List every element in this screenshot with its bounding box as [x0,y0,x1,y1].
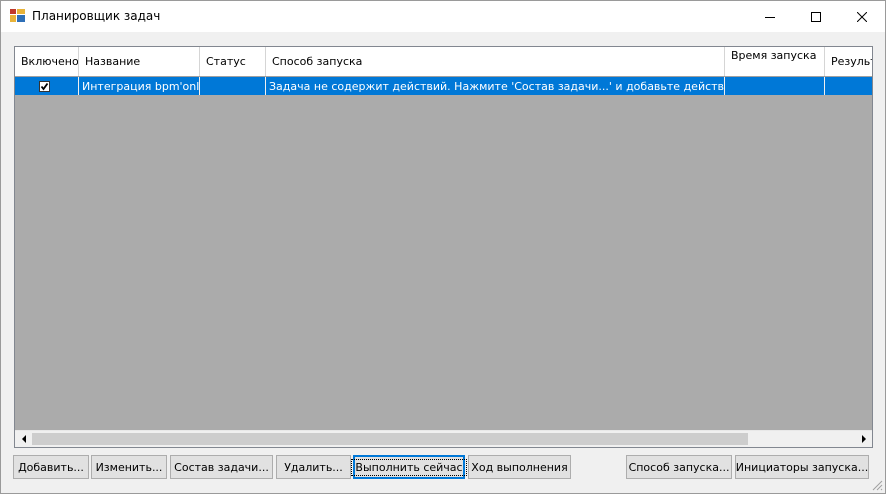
column-label: Включено [21,55,79,68]
delete-button[interactable]: Удалить... [276,455,351,479]
column-header-result[interactable]: Результат [825,47,872,76]
minimize-button[interactable] [747,1,793,32]
scroll-left-icon [21,435,26,443]
column-label: Результат [831,55,872,68]
close-icon [857,11,867,22]
task-composition-button[interactable]: Состав задачи... [170,455,273,479]
column-header-launch-method[interactable]: Способ запуска [266,47,725,76]
cell-enabled[interactable] [15,77,79,95]
launch-initiators-button[interactable]: Инициаторы запуска... [735,455,869,479]
task-grid[interactable]: Включено Название Статус Способ запуска … [14,46,873,448]
column-header-launch-time[interactable]: Время запуска [725,47,825,76]
column-header-name[interactable]: Название [79,47,200,76]
app-icon [10,9,25,22]
grid-header: Включено Название Статус Способ запуска … [15,47,872,77]
cell-name[interactable]: Интеграция bpm'online [79,77,200,95]
horizontal-scrollbar[interactable] [15,430,872,447]
scroll-thumb[interactable] [32,433,748,445]
cell-launch-method[interactable]: Задача не содержит действий. Нажмите 'Со… [266,77,725,95]
column-label: Название [85,55,141,68]
column-label: Способ запуска [272,55,363,68]
column-label: Статус [206,55,246,68]
close-button[interactable] [839,1,885,32]
add-button[interactable]: Добавить... [13,455,89,479]
run-now-label: Выполнить сейчас [351,458,467,476]
progress-button[interactable]: Ход выполнения [468,455,571,479]
column-header-enabled[interactable]: Включено [15,47,79,76]
scroll-right-icon [861,435,866,443]
maximize-button[interactable] [793,1,839,32]
scroll-right-button[interactable] [855,431,872,447]
cell-result[interactable] [825,77,872,95]
window-title: Планировщик задач [32,9,161,23]
column-header-status[interactable]: Статус [200,47,266,76]
launch-method-button[interactable]: Способ запуска... [626,455,732,479]
enabled-checkbox[interactable] [39,80,50,92]
title-bar[interactable]: Планировщик задач [1,1,885,32]
column-label: Время запуска [731,49,817,62]
cell-status[interactable] [200,77,266,95]
scroll-left-button[interactable] [15,431,32,447]
cell-launch-time[interactable] [725,77,825,95]
minimize-icon [765,16,775,18]
resize-grip-icon[interactable] [871,479,883,491]
table-row[interactable]: Интеграция bpm'online Задача не содержит… [15,77,872,95]
checkmark-icon [40,82,49,90]
scheduler-window: Планировщик задач Включено Название Стат… [0,0,886,494]
run-now-button[interactable]: Выполнить сейчас [351,455,467,479]
maximize-icon [811,11,821,22]
edit-button[interactable]: Изменить... [91,455,167,479]
